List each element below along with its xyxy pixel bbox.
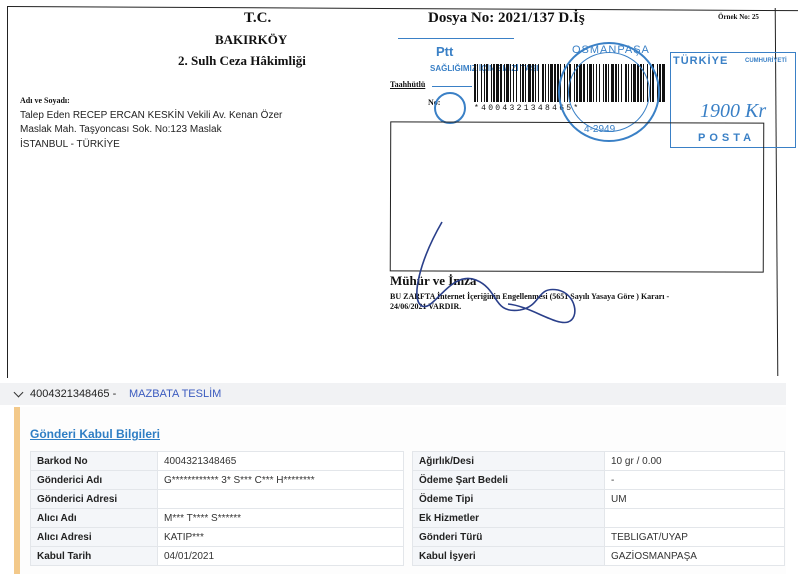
- ptt-rule-top: [398, 38, 514, 39]
- table-row: Ödeme Tipi UM: [412, 489, 785, 509]
- table-row: Alıcı Adresi KATIP***: [30, 527, 404, 547]
- row-key: Kabul İşyeri: [412, 546, 605, 566]
- row-value: M*** T**** S******: [157, 508, 404, 528]
- table-row: Kabul Tarih 04/01/2021: [30, 546, 404, 566]
- file-number: Dosya No: 2021/137 D.İş: [428, 10, 585, 26]
- recipient-line-2: Maslak Mah. Taşyoncası Sok. No:123 Masla…: [20, 124, 222, 135]
- row-value: 4004321348465: [157, 451, 404, 471]
- table-row: Alıcı Adı M*** T**** S******: [30, 508, 404, 528]
- court-city: BAKIRKÖY: [215, 32, 288, 47]
- envelope-border-top: [7, 6, 798, 12]
- row-key: Ek Hizmetler: [412, 508, 605, 528]
- table-row: Ek Hizmetler: [412, 508, 785, 528]
- row-key: Kabul Tarih: [30, 546, 158, 566]
- postage-country: TÜRKİYE: [673, 55, 729, 67]
- table-row: Gönderici Adı G************ 3* S*** C*** …: [30, 470, 404, 490]
- row-value: [604, 508, 785, 528]
- row-key: Ödeme Şart Bedeli: [412, 470, 605, 490]
- shipment-status: MAZBATA TESLİM: [129, 388, 222, 400]
- table-row: Barkod No 4004321348465: [30, 451, 404, 471]
- row-key: Gönderici Adı: [30, 470, 158, 490]
- postage-amount: 1900 Kr: [700, 100, 767, 122]
- row-key: Barkod No: [30, 451, 158, 471]
- shipment-barcode: 4004321348465 -: [30, 388, 117, 400]
- row-key: Ödeme Tipi: [412, 489, 605, 509]
- postage-republic: CUMHURİYETİ: [745, 58, 787, 64]
- table-row: Gönderi Türü TEBLIGAT/UYAP: [412, 527, 785, 547]
- table-row: Ağırlık/Desi 10 gr / 0.00: [412, 451, 785, 471]
- ptt-rule-middle: [432, 86, 472, 87]
- row-key: Alıcı Adresi: [30, 527, 158, 547]
- recipient-line-1: Talep Eden RECEP ERCAN KESKİN Vekili Av.…: [20, 110, 283, 121]
- postmark-office: OSMANPAŞA: [572, 44, 650, 56]
- row-value: TEBLIGAT/UYAP: [604, 527, 785, 547]
- acceptance-table-left: Barkod No 4004321348465 Gönderici Adı G***…: [30, 451, 404, 566]
- row-value: 04/01/2021: [157, 546, 404, 566]
- row-value: [157, 489, 404, 509]
- recipient-line-3: İSTANBUL - TÜRKİYE: [20, 139, 120, 150]
- chevron-down-icon[interactable]: [13, 387, 24, 398]
- row-key: Alıcı Adı: [30, 508, 158, 528]
- shipment-header[interactable]: 4004321348465 - MAZBATA TESLİM: [0, 383, 786, 405]
- ptt-logo: Ptt: [436, 44, 454, 59]
- row-value: 10 gr / 0.00: [604, 451, 785, 471]
- row-value: G************ 3* S*** C*** H********: [157, 470, 404, 490]
- recipient-label: Adı ve Soyadı:: [20, 96, 70, 105]
- table-row: Kabul İşyeri GAZİOSMANPAŞA: [412, 546, 785, 566]
- registered-label: Taahhütlü: [390, 80, 426, 89]
- table-row: Gönderici Adresi: [30, 489, 404, 509]
- row-value: KATIP***: [157, 527, 404, 547]
- court-name: 2. Sulh Ceza Hâkimliği: [178, 53, 306, 68]
- acceptance-info-title[interactable]: Gönderi Kabul Bilgileri: [30, 427, 160, 441]
- row-key: Ağırlık/Desi: [412, 451, 605, 471]
- row-value: GAZİOSMANPAŞA: [604, 546, 785, 566]
- row-key: Gönderi Türü: [412, 527, 605, 547]
- form-sample-number: Örnek No: 25: [718, 13, 759, 21]
- tc-heading: T.C.: [244, 10, 272, 26]
- row-key: Gönderici Adresi: [30, 489, 158, 509]
- signature: [416, 221, 576, 324]
- acceptance-table-right: Ağırlık/Desi 10 gr / 0.00 Ödeme Şart Bede…: [412, 451, 785, 566]
- mask-icon: [434, 92, 466, 124]
- row-value: UM: [604, 489, 785, 509]
- table-row: Ödeme Şart Bedeli -: [412, 470, 785, 490]
- envelope-scan: T.C. BAKIRKÖY 2. Sulh Ceza Hâkimliği Dos…: [0, 0, 800, 378]
- row-value: -: [604, 470, 785, 490]
- envelope-border-left: [7, 6, 8, 378]
